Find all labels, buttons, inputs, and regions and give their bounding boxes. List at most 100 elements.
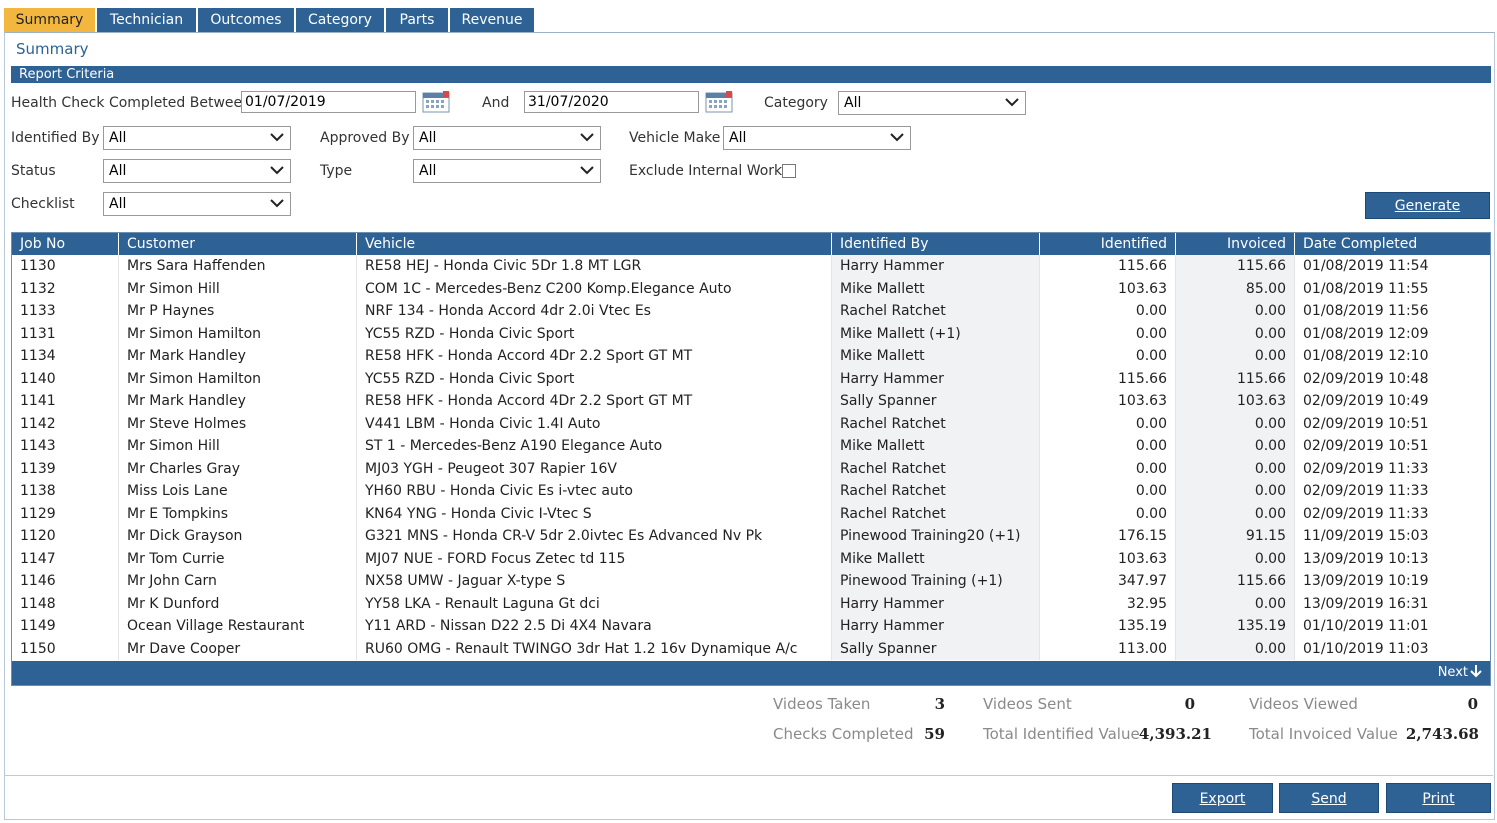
cell-customer: Ocean Village Restaurant [119,615,357,638]
cell-identified-by: Sally Spanner [832,637,1040,660]
cell-job-no: 1140 [12,367,119,390]
cell-date-completed: 01/08/2019 12:09 [1303,325,1429,342]
cell-identified-by: Mike Mallett [832,277,1040,300]
type-label: Type [320,163,353,179]
date-from-calendar-icon[interactable] [422,91,450,113]
cell-job-no: 1130 [12,255,119,278]
table-row[interactable]: 1120 Mr Dick Grayson G321 MNS - Honda CR-V… [12,525,1490,548]
col-header-customer[interactable]: Customer [119,233,357,255]
tab-category[interactable]: Category [296,8,384,32]
table-row[interactable]: 1140 Mr Simon Hamilton YC55 RZD - Honda Ci… [12,367,1490,390]
table-row[interactable]: 1148 Mr K Dunford YY58 LKA - Renault Lagun… [12,592,1490,615]
date-to-input[interactable]: 31/07/2020 [524,91,699,113]
cell-invoiced: 135.19 [1176,615,1295,638]
table-row[interactable]: 1149 Ocean Village Restaurant Y11 ARD - Ni… [12,615,1490,638]
export-button[interactable]: Export [1172,783,1273,813]
cell-job-no: 1131 [12,322,119,345]
cell-invoiced: 0.00 [1176,457,1295,480]
cell-date-completed: 01/08/2019 11:56 [1303,303,1429,319]
cell-invoiced: 103.63 [1176,390,1295,413]
date-to-calendar-icon[interactable] [705,91,733,113]
vehicle-make-select-value: All [729,130,747,146]
table-row[interactable]: 1133 Mr P Haynes NRF 134 - Honda Accord 4d… [12,300,1490,323]
col-header-job-no[interactable]: Job No [12,233,119,255]
cell-identified: 135.19 [1040,615,1176,638]
cell-customer: Mr E Tompkins [119,502,357,525]
cell-job-no: 1146 [12,570,119,593]
next-page-link[interactable]: Next [1438,664,1482,680]
table-row[interactable]: 1139 Mr Charles Gray MJ03 YGH - Peugeot 30… [12,457,1490,480]
arrow-down-icon [1470,665,1482,678]
cell-vehicle: RE58 HFK - Honda Accord 4Dr 2.2 Sport GT… [357,390,832,413]
col-header-identified-by[interactable]: Identified By [832,233,1040,255]
cell-customer: Mr Simon Hill [119,277,357,300]
status-select[interactable]: All [103,159,291,183]
tab-outcomes[interactable]: Outcomes [198,8,294,32]
chevron-down-icon [890,133,904,142]
cell-job-no: 1150 [12,637,119,660]
cell-job-no: 1138 [12,480,119,503]
cell-identified: 0.00 [1040,480,1176,503]
table-row[interactable]: 1142 Mr Steve Holmes V441 LBM - Honda Civi… [12,412,1490,435]
table-row[interactable]: 1143 Mr Simon Hill ST 1 - Mercedes-Benz A1… [12,435,1490,458]
cell-job-no: 1141 [12,390,119,413]
cell-identified: 0.00 [1040,457,1176,480]
cell-job-no: 1120 [12,525,119,548]
vehicle-make-label: Vehicle Make [629,130,721,146]
table-row[interactable]: 1147 Mr Tom Currie MJ07 NUE - FORD Focus Z… [12,547,1490,570]
identified-by-select[interactable]: All [103,126,291,150]
table-row[interactable]: 1150 Mr Dave Cooper RU60 OMG - Renault TWI… [12,637,1490,660]
print-button[interactable]: Print [1386,783,1491,813]
category-select[interactable]: All [838,91,1026,115]
cell-date-completed: 01/08/2019 11:54 [1303,258,1429,274]
tab-parts[interactable]: Parts [386,8,448,32]
cell-invoiced: 0.00 [1176,480,1295,503]
table-row[interactable]: 1141 Mr Mark Handley RE58 HFK - Honda Acco… [12,390,1490,413]
table-row[interactable]: 1130 Mrs Sara Haffenden RE58 HEJ - Honda C… [12,255,1490,278]
tab-technician[interactable]: Technician [97,8,196,32]
col-header-identified[interactable]: Identified [1040,233,1176,255]
cell-identified-by: Mike Mallett (+1) [832,322,1040,345]
vehicle-make-select[interactable]: All [723,126,911,150]
cell-customer: Mr Mark Handley [119,345,357,368]
table-row[interactable]: 1146 Mr John Carn NX58 UMW - Jaguar X-type… [12,570,1490,593]
total-invoiced-value: 2,743.68 [1405,725,1479,743]
cell-date-completed: 01/10/2019 11:01 [1303,618,1429,634]
cell-invoiced: 0.00 [1176,547,1295,570]
table-header: Job No Customer Vehicle Identified By Id… [12,233,1490,255]
send-button[interactable]: Send [1279,783,1379,813]
tab-summary[interactable]: Summary [4,8,95,33]
videos-viewed-value: 0 [1467,695,1478,713]
cell-job-no: 1148 [12,592,119,615]
approved-by-select[interactable]: All [413,126,601,150]
cell-identified: 0.00 [1040,435,1176,458]
exclude-internal-checkbox[interactable] [782,164,796,178]
cell-identified-by: Harry Hammer [832,367,1040,390]
cell-identified-by: Mike Mallett [832,435,1040,458]
chevron-down-icon [580,166,594,175]
table-row[interactable]: 1131 Mr Simon Hamilton YC55 RZD - Honda Ci… [12,322,1490,345]
videos-taken-label: Videos Taken [773,695,871,713]
date-from-input[interactable]: 01/07/2019 [241,91,416,113]
checklist-select[interactable]: All [103,192,291,216]
cell-vehicle: YC55 RZD - Honda Civic Sport [357,367,832,390]
cell-vehicle: MJ03 YGH - Peugeot 307 Rapier 16V [357,457,832,480]
cell-identified: 115.66 [1040,255,1176,278]
table-row[interactable]: 1132 Mr Simon Hill COM 1C - Mercedes-Benz … [12,277,1490,300]
col-header-vehicle[interactable]: Vehicle [357,233,832,255]
table-row[interactable]: 1129 Mr E Tompkins KN64 YNG - Honda Civic … [12,502,1490,525]
table-row[interactable]: 1138 Miss Lois Lane YH60 RBU - Honda Civic… [12,480,1490,503]
table-row[interactable]: 1134 Mr Mark Handley RE58 HFK - Honda Acco… [12,345,1490,368]
total-identified-value: 4,393.21 [1138,725,1212,743]
cell-date-completed: 02/09/2019 11:33 [1303,505,1429,522]
cell-identified-by: Mike Mallett [832,547,1040,570]
cell-date-completed: 02/09/2019 10:51 [1303,415,1429,432]
generate-button[interactable]: Generate [1365,192,1490,219]
cell-vehicle: NX58 UMW - Jaguar X-type S [357,570,832,593]
col-header-invoiced[interactable]: Invoiced [1176,233,1295,255]
type-select[interactable]: All [413,159,601,183]
col-header-date-completed[interactable]: Date Completed [1295,233,1490,255]
cell-job-no: 1147 [12,547,119,570]
tab-revenue[interactable]: Revenue [450,8,534,32]
chevron-down-icon [270,166,284,175]
